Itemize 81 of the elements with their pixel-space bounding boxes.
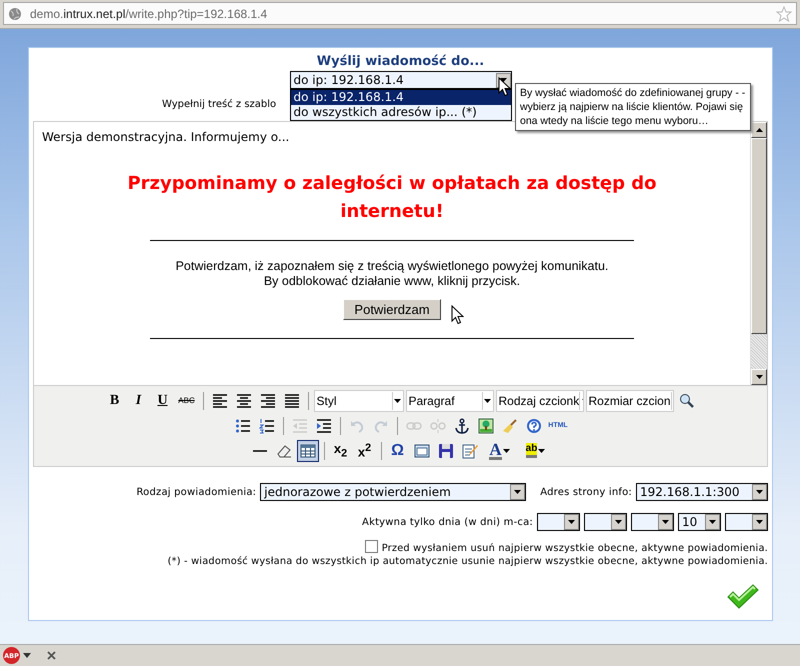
scroll-down-icon <box>756 375 762 379</box>
text-color-button[interactable]: A <box>482 440 516 462</box>
numbered-list-icon <box>259 418 275 434</box>
align-right-icon <box>260 392 276 408</box>
outdent-icon <box>292 418 308 434</box>
notification-type-label: Rodzaj powiadomienia: <box>136 486 256 498</box>
table-button[interactable] <box>296 440 318 462</box>
dropdown-arrow-icon <box>484 398 491 402</box>
template-label: Wypełnij treść z szablo <box>162 99 276 110</box>
star-icon[interactable] <box>776 6 792 22</box>
dropdown-option[interactable]: do wszystkich adresów ip... (*) <box>290 105 510 120</box>
help-icon <box>526 418 542 434</box>
subscript-button[interactable]: x$_{2}$ <box>330 440 352 462</box>
anchor-icon <box>454 418 470 434</box>
form-heading: Wyślij wiadomość do... <box>316 54 484 69</box>
align-center-icon <box>236 392 252 408</box>
align-left-icon <box>212 392 228 408</box>
unlink-icon <box>430 418 446 434</box>
dropdown-arrow-icon <box>568 520 575 524</box>
checkmark-icon[interactable] <box>726 584 760 610</box>
italic-button[interactable]: I <box>128 390 150 412</box>
day-select[interactable]: 10 <box>678 513 721 531</box>
pointer-icon <box>451 305 464 325</box>
image-icon <box>478 418 494 434</box>
eraser-icon <box>276 442 292 458</box>
bullet-list-icon <box>235 418 251 434</box>
day-select[interactable] <box>725 513 768 531</box>
day-select[interactable] <box>631 513 674 531</box>
confirm-text: By odblokować działanie www, kliknij przycisk. <box>264 274 520 289</box>
save-icon <box>438 442 454 458</box>
url-text: demo.intrux.net.pl/write.php?tip=192.168.1.4 <box>30 6 268 20</box>
day-select[interactable] <box>584 513 627 531</box>
scroll-up-icon <box>756 128 762 132</box>
notification-type-select[interactable]: jednorazowe z potwierdzeniem <box>260 483 526 501</box>
info-address-select[interactable]: 192.168.1.1:300 <box>636 483 768 501</box>
dropdown-option[interactable]: do ip: 192.168.1.4 <box>290 90 510 105</box>
underline-button[interactable]: U <box>152 390 174 412</box>
day-select[interactable] <box>537 513 580 531</box>
edit-icon <box>462 442 478 458</box>
alert-heading: Przypominamy o zaległości w opłatach za dostęp do internetu! <box>126 172 658 224</box>
indent-icon <box>316 418 332 434</box>
special-character-button[interactable]: Ω <box>386 440 408 462</box>
dropdown-arrow-icon <box>756 490 763 494</box>
caret-icon <box>502 448 510 452</box>
dropdown-arrow-icon <box>500 78 506 82</box>
strikethrough-button[interactable]: ABC <box>176 390 198 412</box>
intro-text: Wersja demonstracyjna. Informujemy o... <box>42 130 290 144</box>
toolbar-select[interactable]: Rodzaj czcionk <box>496 390 584 412</box>
dropdown-arrow-icon <box>514 490 522 494</box>
footnote-text: (*) - wiadomość wysłana do wszystkich ip automatycznie usunie najpierw wszystkie obecne, aktywne powiadomienia. <box>168 555 768 568</box>
confirm-text: Potwierdzam, iż zapoznałem się z treścią wyświetlonego powyżej komunikatu. <box>176 259 608 274</box>
superscript-button[interactable]: x$^{2}$ <box>354 440 376 462</box>
info-address-label: Adres strony info: <box>540 486 632 498</box>
dropdown-arrow-icon <box>709 520 716 524</box>
active-days-label: Aktywna tylko dnia (w dni) m-ca: <box>362 516 533 528</box>
frame-icon <box>414 442 430 458</box>
recipient-select[interactable]: do ip: 192.168.1.4 <box>290 71 512 89</box>
dropdown-arrow-icon <box>615 520 622 524</box>
confirm-button[interactable]: Potwierdzam <box>343 299 441 320</box>
toolbar-select[interactable]: Rozmiar czcion <box>586 390 674 412</box>
toolbar-select[interactable]: Paragraf <box>406 390 494 412</box>
caret-icon[interactable] <box>23 653 31 658</box>
dropdown-arrow-icon <box>662 520 669 524</box>
checkbox-label: Przed wysłaniem usuń najpierw wszystkie obecne, aktywne powiadomienia. <box>382 542 768 555</box>
bold-button[interactable]: B <box>104 390 126 412</box>
table-icon <box>300 442 316 458</box>
cleanup-icon <box>502 418 518 434</box>
dropdown-arrow-icon <box>394 398 401 402</box>
preview-icon <box>678 392 694 408</box>
remove-checkbox[interactable] <box>364 540 378 553</box>
dropdown-arrow-icon <box>756 520 763 524</box>
highlight-color-button[interactable]: ab <box>518 440 552 462</box>
caret-icon <box>538 448 546 452</box>
justify-icon <box>284 392 300 408</box>
globe-icon <box>8 6 22 20</box>
scrollbar[interactable] <box>750 122 767 385</box>
address-bar[interactable]: demo.intrux.net.pl/write.php?tip=192.168.1.4 <box>3 2 797 25</box>
close-icon[interactable] <box>47 651 56 660</box>
tooltip: By wysłać wiadomość do zdefiniowanej grupy - - wybierz ją najpierw na liście klientów. Pojawi się ona wtedy na liście tego menu wyboru… <box>515 83 751 131</box>
horizontal-rule-icon <box>252 450 266 452</box>
toolbar-select[interactable]: Styl <box>314 390 404 412</box>
